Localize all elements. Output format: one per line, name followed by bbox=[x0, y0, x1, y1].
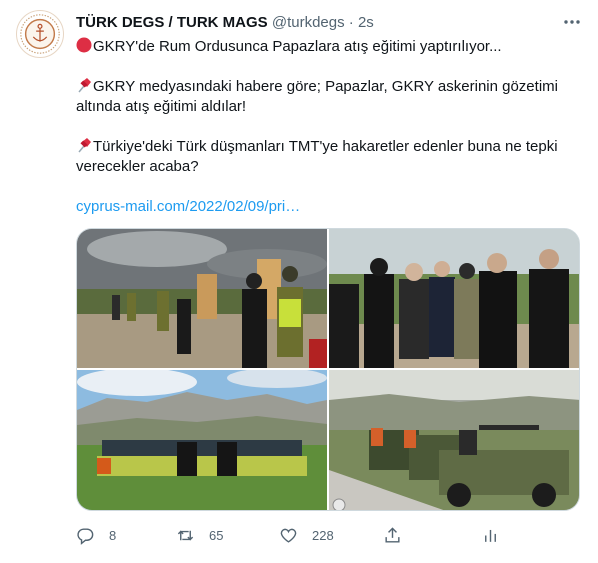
article-link[interactable]: cyprus-mail.com/2022/02/09/pri… bbox=[76, 197, 300, 217]
avatar[interactable] bbox=[16, 10, 64, 58]
reply-count: 8 bbox=[109, 527, 117, 543]
tweet-line-2: GKRY medyasındaki habere göre; Papazlar,… bbox=[76, 77, 576, 117]
media-image-2[interactable] bbox=[329, 229, 579, 368]
media-image-1[interactable] bbox=[77, 229, 327, 368]
tweet-header: TÜRK DEGS / TURK MAGS @turkdegs · 2s bbox=[76, 13, 374, 33]
tweet-line-1-text: GKRY'de Rum Ordusunca Papazlara atış eği… bbox=[93, 38, 502, 55]
tweet-line-3-text: Türkiye'deki Türk düşmanları TMT'ye haka… bbox=[76, 138, 558, 175]
tweet-line-3: Türkiye'deki Türk düşmanları TMT'ye haka… bbox=[76, 137, 576, 177]
heart-icon bbox=[280, 528, 297, 543]
retweet-count: 65 bbox=[209, 527, 224, 543]
red-circle-icon bbox=[76, 37, 92, 53]
reply-icon bbox=[77, 527, 94, 545]
tweet-card[interactable]: TÜRK DEGS / TURK MAGS @turkdegs · 2s GKR… bbox=[0, 0, 598, 563]
author-handle[interactable]: @turkdegs bbox=[272, 14, 345, 31]
header-separator: · bbox=[348, 14, 354, 31]
tweet-line-1: GKRY'de Rum Ordusunca Papazlara atış eği… bbox=[76, 37, 502, 57]
tweet-timestamp[interactable]: 2s bbox=[358, 14, 374, 31]
retweet-icon bbox=[177, 530, 194, 540]
share-button[interactable] bbox=[383, 524, 402, 546]
pushpin-icon bbox=[78, 78, 91, 93]
anchor-emblem-icon bbox=[17, 11, 63, 57]
more-options-icon[interactable] bbox=[562, 12, 582, 32]
reply-button[interactable]: 8 bbox=[76, 524, 116, 546]
tweet-line-2-text: GKRY medyasındaki habere göre; Papazlar,… bbox=[76, 78, 558, 115]
like-button[interactable]: 228 bbox=[279, 524, 334, 546]
media-image-3[interactable] bbox=[77, 370, 327, 510]
media-grid[interactable] bbox=[76, 228, 580, 511]
analytics-icon bbox=[485, 529, 496, 542]
retweet-button[interactable]: 65 bbox=[176, 524, 223, 546]
pushpin-icon bbox=[78, 138, 91, 153]
analytics-button[interactable] bbox=[481, 524, 500, 546]
like-count: 228 bbox=[312, 527, 334, 543]
author-display-name[interactable]: TÜRK DEGS / TURK MAGS bbox=[76, 14, 268, 31]
share-icon bbox=[385, 526, 400, 543]
media-image-4[interactable] bbox=[329, 370, 579, 510]
tweet-actions: 8 65 228 bbox=[76, 524, 576, 546]
